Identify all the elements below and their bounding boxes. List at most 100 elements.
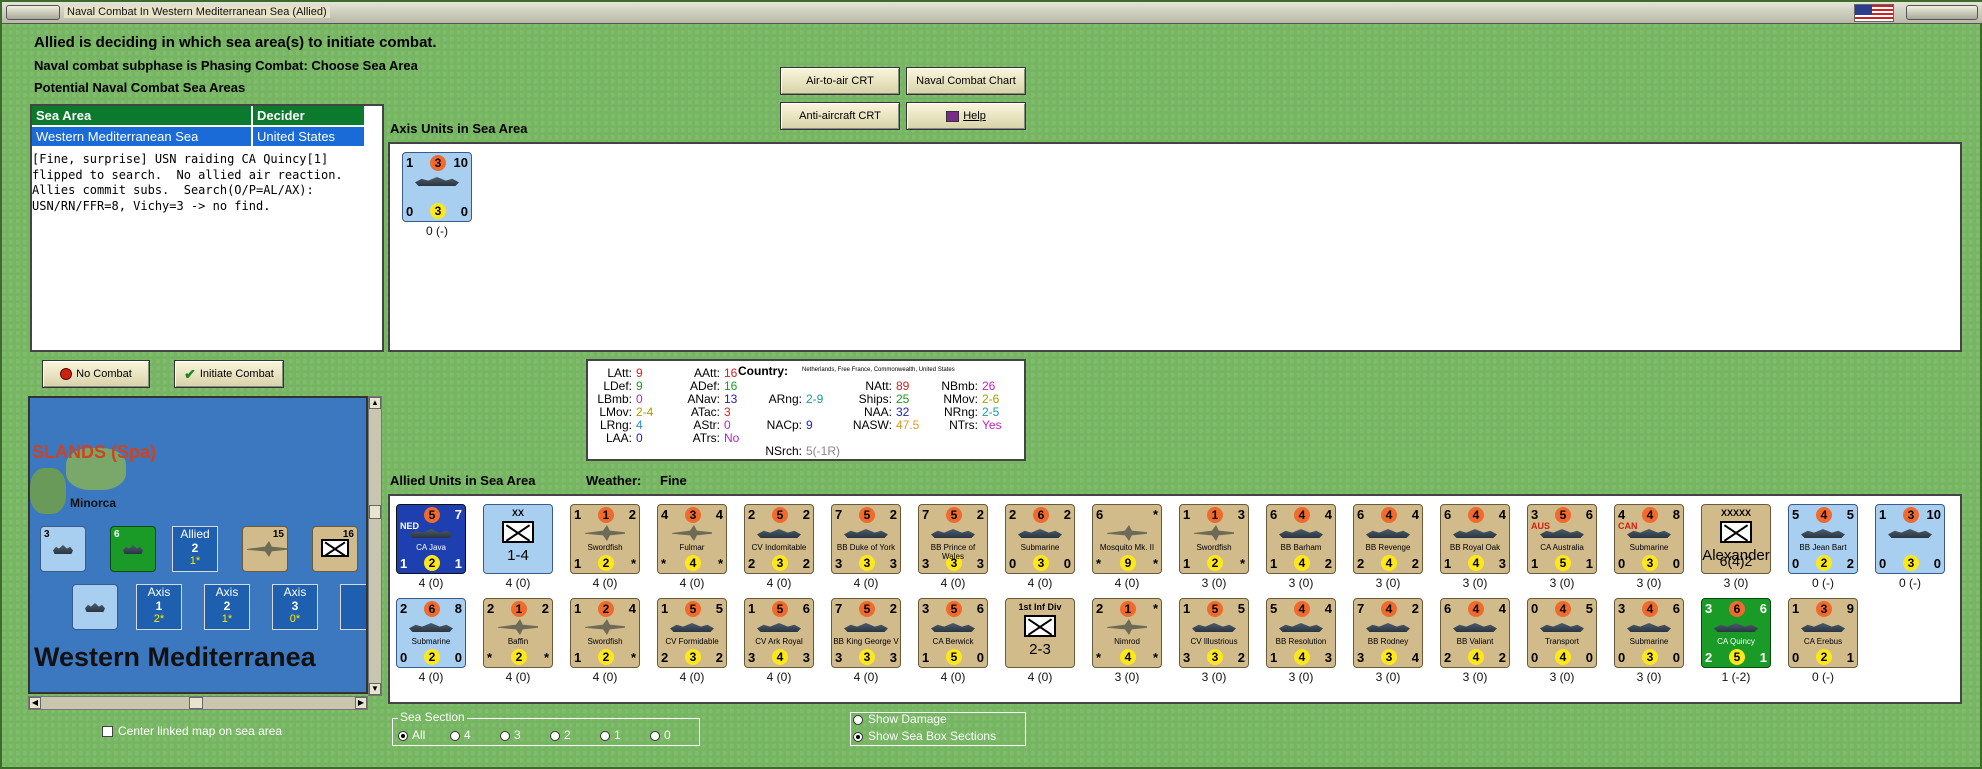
stat-key: LAtt: bbox=[607, 366, 632, 380]
sea-section-radio[interactable] bbox=[600, 731, 610, 741]
unit-counter[interactable]: 1st Inf Div 2-3 bbox=[1005, 598, 1075, 668]
air-to-air-crt-button[interactable]: Air-to-air CRT bbox=[780, 67, 900, 95]
map-vertical-scrollbar[interactable]: ▲ ▼ bbox=[368, 396, 382, 696]
map-stack-counter[interactable]: 3 bbox=[40, 526, 86, 572]
axis-unit-counter[interactable]: 1 3 10 0 3 0 bbox=[402, 152, 472, 222]
stat-key: LRng: bbox=[599, 418, 632, 432]
sea-area-map[interactable]: SLANDS (Spa) Minorca 3 6 Allied 2 1* 15 … bbox=[28, 396, 368, 694]
help-button[interactable]: Help bbox=[906, 102, 1026, 130]
sea-box-axis-partial[interactable] bbox=[340, 584, 366, 630]
unit-counter[interactable]: 2 6 8 0 2 0 Submarine bbox=[396, 598, 466, 668]
scroll-left-icon[interactable]: ◀ bbox=[29, 697, 41, 709]
scroll-right-icon[interactable]: ▶ bbox=[355, 697, 367, 709]
counter-bottom-left: 1 bbox=[1444, 556, 1452, 571]
unit-counter[interactable]: 2 1 2 * 2 * Baffin bbox=[483, 598, 553, 668]
sea-section-option-label: All bbox=[412, 728, 426, 742]
unit-counter[interactable]: 5 4 4 1 4 3 BB Resolution bbox=[1266, 598, 1336, 668]
unit-counter[interactable]: 0 4 5 0 4 0 Transport bbox=[1527, 598, 1597, 668]
unit-counter[interactable]: 1 5 5 3 3 2 CV Illustrious bbox=[1179, 598, 1249, 668]
counter-top-left: 5 bbox=[1792, 507, 1800, 522]
sea-section-radio[interactable] bbox=[398, 731, 408, 741]
unit-counter[interactable]: 6 4 4 1 4 2 BB Barham bbox=[1266, 504, 1336, 574]
center-map-checkbox[interactable] bbox=[102, 726, 113, 737]
map-stack-counter-army[interactable]: 16 bbox=[312, 526, 358, 572]
unit-counter[interactable]: 6 * * 9 * Mosquito Mk. II bbox=[1092, 504, 1162, 574]
unit-counter[interactable]: 3 6 6 2 5 1 CA Quincy bbox=[1701, 598, 1771, 668]
unit-name: 2-3 bbox=[1029, 641, 1051, 658]
sea-box-axis-3[interactable]: Axis 3 0* bbox=[272, 584, 318, 630]
sea-section-radio[interactable] bbox=[450, 731, 460, 741]
sea-section-radio[interactable] bbox=[650, 731, 660, 741]
unit-counter[interactable]: 1 1 3 1 2 * Swordfish bbox=[1179, 504, 1249, 574]
unit-counter[interactable]: 1 2 4 1 2 * Swordfish bbox=[570, 598, 640, 668]
naval-combat-chart-button[interactable]: Naval Combat Chart bbox=[906, 67, 1026, 95]
unit-counter[interactable]: 7 5 2 3 3 3 BB Prince of Wales bbox=[918, 504, 988, 574]
map-stack-counter-quincy[interactable]: 6 bbox=[110, 526, 156, 572]
unit-counter[interactable]: XX 1-4 bbox=[483, 504, 553, 574]
unit-counter[interactable]: XXXXX Alexander 6(4)2 bbox=[1701, 504, 1771, 574]
unit-caption: 4 (0) bbox=[766, 670, 792, 684]
show-damage-radio[interactable] bbox=[853, 715, 863, 725]
scroll-up-icon[interactable]: ▲ bbox=[369, 397, 381, 409]
no-combat-button[interactable]: No Combat bbox=[42, 360, 150, 388]
sea-box-axis-1[interactable]: Axis 1 2* bbox=[136, 584, 182, 630]
scroll-down-icon[interactable]: ▼ bbox=[369, 683, 381, 695]
window-menu-button[interactable] bbox=[6, 5, 60, 20]
unit-counter[interactable]: 4 3 4 * 4 * Fulmar bbox=[657, 504, 727, 574]
unit-counter[interactable]: 1 1 2 1 2 * Swordfish bbox=[570, 504, 640, 574]
unit-counter[interactable]: 1 3 10 0 3 0 bbox=[1875, 504, 1945, 574]
map-horizontal-scrollbar[interactable]: ◀ ▶ bbox=[28, 696, 368, 710]
anti-aircraft-crt-button[interactable]: Anti-aircraft CRT bbox=[780, 102, 900, 130]
sea-box-axis-2[interactable]: Axis 2 1* bbox=[204, 584, 250, 630]
sea-section-option-label: 4 bbox=[464, 728, 471, 742]
table-row-decider[interactable]: United States bbox=[253, 127, 364, 146]
unit-counter[interactable]: 1 3 9 0 2 1 CA Erebus bbox=[1788, 598, 1858, 668]
sea-section-radio[interactable] bbox=[500, 731, 510, 741]
table-row-sea-area[interactable]: Western Mediterranean Sea bbox=[32, 127, 251, 146]
unit-counter[interactable]: 5 7 1 2 1 CA Java NED bbox=[396, 504, 466, 574]
counter-bottom-right: * bbox=[1152, 650, 1158, 665]
unit-caption: 4 (0) bbox=[505, 576, 531, 590]
counter-bottom-value: 4 bbox=[1555, 649, 1571, 665]
sea-box-label: Axis bbox=[147, 585, 171, 599]
sea-box-allied[interactable]: Allied 2 1* bbox=[172, 526, 218, 572]
scroll-thumb-h[interactable] bbox=[189, 697, 203, 709]
unit-counter[interactable]: 2 5 2 2 3 2 CV Indomitable bbox=[744, 504, 814, 574]
unit-counter[interactable]: 2 1 * * 4 * Nimrod bbox=[1092, 598, 1162, 668]
counter-bottom-value: 4 bbox=[1468, 649, 1484, 665]
unit-counter[interactable]: 7 5 2 3 3 3 BB King George V bbox=[831, 598, 901, 668]
sea-area-header[interactable]: Sea Area bbox=[32, 106, 251, 125]
unit-counter[interactable]: 3 5 6 1 5 0 CA Berwick bbox=[918, 598, 988, 668]
sea-box-label: Axis bbox=[283, 585, 307, 599]
counter-top-right: 4 bbox=[1411, 507, 1419, 522]
counter-bottom-left: 0 bbox=[1618, 556, 1626, 571]
map-stack-counter-air[interactable]: 15 bbox=[242, 526, 288, 572]
sea-section-radio[interactable] bbox=[550, 731, 560, 741]
scroll-thumb[interactable] bbox=[369, 505, 381, 519]
unit-counter[interactable]: 6 4 4 2 4 2 BB Valiant bbox=[1440, 598, 1510, 668]
counter-bottom-right: 0 bbox=[1063, 556, 1071, 571]
unit-counter[interactable]: 7 5 2 3 3 3 BB Duke of York bbox=[831, 504, 901, 574]
ship-icon bbox=[85, 603, 105, 612]
unit-counter[interactable]: 1 5 5 2 3 2 CV Formidable bbox=[657, 598, 727, 668]
unit-counter[interactable]: 1 5 6 3 4 3 CV Ark Royal bbox=[744, 598, 814, 668]
axis-unit-caption: 0 (-) bbox=[426, 224, 448, 238]
show-sea-box-radio[interactable] bbox=[853, 732, 863, 742]
infantry-icon bbox=[1720, 521, 1752, 543]
unit-counter[interactable]: 5 4 5 0 2 2 BB Jean Bart bbox=[1788, 504, 1858, 574]
counter-bottom-left: 1 bbox=[1183, 556, 1191, 571]
decider-header[interactable]: Decider bbox=[253, 106, 364, 125]
unit-counter[interactable]: 6 4 4 2 4 2 BB Revenge bbox=[1353, 504, 1423, 574]
unit-counter[interactable]: 7 4 2 3 3 4 BB Rodney bbox=[1353, 598, 1423, 668]
window-frame: Naval Combat In Western Mediterranean Se… bbox=[0, 0, 1982, 769]
naval-chart-label: Naval Combat Chart bbox=[916, 75, 1016, 87]
map-stack-counter-axis[interactable] bbox=[72, 584, 118, 630]
unit-counter[interactable]: 3 5 6 1 5 1 CA Australia AUS bbox=[1527, 504, 1597, 574]
unit-counter[interactable]: 4 4 8 0 3 0 Submarine CAN bbox=[1614, 504, 1684, 574]
unit-counter[interactable]: 3 4 6 0 3 0 Submarine bbox=[1614, 598, 1684, 668]
window-close-button[interactable] bbox=[1906, 5, 1978, 20]
unit-counter[interactable]: 6 4 4 1 4 3 BB Royal Oak bbox=[1440, 504, 1510, 574]
initiate-combat-button[interactable]: ✔ Initiate Combat bbox=[174, 360, 284, 388]
us-flag-icon bbox=[1854, 4, 1894, 22]
unit-counter[interactable]: 2 6 2 0 3 0 Submarine bbox=[1005, 504, 1075, 574]
